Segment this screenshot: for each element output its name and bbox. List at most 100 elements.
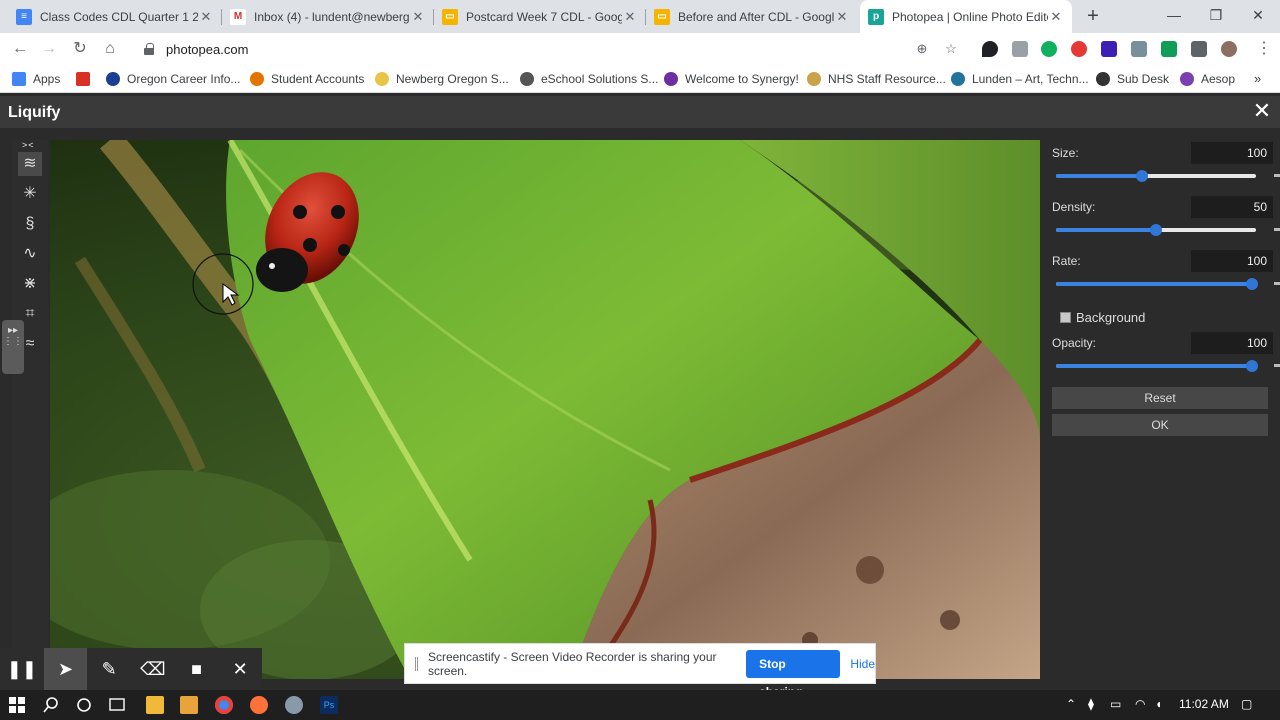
- bookmark-nhs-staff[interactable]: NHS Staff Resource...: [807, 65, 946, 92]
- reload-icon[interactable]: ↻: [69, 38, 91, 60]
- back-arrow-icon[interactable]: ←: [9, 38, 31, 60]
- wordpress-icon: [951, 71, 965, 86]
- dropbox-icon[interactable]: ⧫: [1088, 697, 1094, 711]
- windows-start-icon[interactable]: [8, 696, 26, 714]
- forward-arrow-icon[interactable]: →: [38, 38, 60, 60]
- bookmarks-overflow-icon[interactable]: »: [1254, 65, 1261, 92]
- size-slider[interactable]: [1056, 169, 1256, 183]
- pen-icon[interactable]: ✎: [87, 648, 131, 690]
- reset-button[interactable]: Reset: [1052, 387, 1268, 409]
- bookmark-sub-desk[interactable]: Sub Desk: [1096, 65, 1169, 92]
- twirl-tool-icon[interactable]: §: [18, 212, 42, 236]
- bookmark-gmail[interactable]: [76, 65, 97, 92]
- close-icon[interactable]: ✕: [198, 9, 214, 25]
- stop-sharing-button[interactable]: Stop sharing: [746, 649, 841, 699]
- extension-tools-icon[interactable]: [1131, 41, 1147, 57]
- extension-screencastify-icon[interactable]: [1071, 41, 1087, 57]
- bookmark-oregon-career[interactable]: Oregon Career Info...: [106, 65, 240, 92]
- close-icon[interactable]: ✕: [1048, 9, 1064, 25]
- push-tool-icon[interactable]: ∿: [18, 242, 42, 266]
- bookmark-label: Welcome to Synergy!: [685, 71, 799, 86]
- close-icon[interactable]: ✕: [622, 9, 638, 25]
- close-icon[interactable]: ✕: [834, 9, 850, 25]
- background-checkbox[interactable]: Background: [1060, 310, 1145, 325]
- hide-link[interactable]: Hide: [850, 657, 875, 671]
- slider-knob[interactable]: [1150, 224, 1162, 236]
- address-bar[interactable]: photopea.com: [134, 35, 970, 63]
- drag-handle-icon[interactable]: [415, 656, 418, 671]
- bookmark-newberg[interactable]: Newberg Oregon S...: [375, 65, 509, 92]
- chrome-icon[interactable]: [215, 696, 233, 714]
- add-icon[interactable]: ⊕: [914, 41, 930, 57]
- extension-sheets-icon[interactable]: [1161, 41, 1177, 57]
- browser-toolbar: ← → ↻ ⌂ photopea.com ⊕ ☆: [0, 33, 1280, 65]
- minimize-icon[interactable]: —: [1154, 0, 1194, 30]
- close-icon[interactable]: ✕: [410, 9, 426, 25]
- tab-class-codes[interactable]: ≡ Class Codes CDL Quarter 1 2020 ✕: [8, 0, 222, 33]
- camera-icon[interactable]: ■: [175, 648, 219, 690]
- clock-time[interactable]: 11:02 AM: [1179, 697, 1229, 711]
- extension-cast-icon[interactable]: [1012, 41, 1028, 57]
- star-icon[interactable]: ☆: [943, 41, 959, 57]
- extension-c-icon[interactable]: [1101, 41, 1117, 57]
- pinch-tool-icon[interactable]: ✳: [18, 182, 42, 206]
- search-icon[interactable]: [42, 696, 60, 714]
- restore-icon[interactable]: ❐: [1196, 0, 1236, 30]
- image-canvas[interactable]: [50, 140, 1040, 679]
- bookmark-student-accounts[interactable]: Student Accounts: [250, 65, 364, 92]
- notification-icon[interactable]: ▢: [1241, 697, 1252, 711]
- screencastify-toolbar: ❚❚ ➤ ✎ ⌫ ■ ✕: [0, 648, 262, 690]
- bookmark-aesop[interactable]: Aesop: [1180, 65, 1235, 92]
- pause-icon[interactable]: ❚❚: [0, 648, 44, 690]
- bookmark-synergy[interactable]: Welcome to Synergy!: [664, 65, 799, 92]
- profile-avatar[interactable]: [1221, 41, 1237, 57]
- collapse-icon[interactable]: ><: [22, 140, 35, 150]
- bloat-tool-icon[interactable]: ⋇: [18, 272, 42, 296]
- google-slides-icon: ▭: [442, 8, 458, 25]
- tab-postcard[interactable]: ▭ Postcard Week 7 CDL - Google Slides ✕: [434, 0, 646, 33]
- extension-grammarly-icon[interactable]: [1041, 41, 1057, 57]
- task-view-icon[interactable]: [108, 696, 126, 714]
- density-value[interactable]: 50: [1191, 196, 1273, 218]
- media-player-icon[interactable]: [180, 696, 198, 714]
- checkbox-box[interactable]: [1060, 312, 1071, 323]
- opacity-slider[interactable]: [1056, 359, 1258, 373]
- close-icon[interactable]: ✕: [218, 648, 262, 690]
- rate-value[interactable]: 100: [1191, 250, 1273, 272]
- bookmark-eschool[interactable]: eSchool Solutions S...: [520, 65, 658, 92]
- chevron-up-icon[interactable]: ⌃: [1066, 697, 1076, 711]
- battery-icon[interactable]: ▭: [1110, 697, 1121, 711]
- close-icon[interactable]: ✕: [1250, 99, 1274, 123]
- new-tab-button[interactable]: +: [1082, 5, 1104, 27]
- extension-chat-icon[interactable]: [982, 41, 998, 57]
- eraser-icon[interactable]: ⌫: [131, 648, 175, 690]
- photoshop-icon[interactable]: Ps: [320, 696, 338, 714]
- forward-warp-tool-icon[interactable]: ≋: [18, 152, 42, 176]
- menu-dots-icon[interactable]: ⋮: [1253, 38, 1275, 60]
- cortana-icon[interactable]: [75, 696, 93, 714]
- slider-knob[interactable]: [1246, 360, 1258, 372]
- ok-button[interactable]: OK: [1052, 414, 1268, 436]
- volume-icon[interactable]: ◖: [1155, 697, 1162, 711]
- density-slider[interactable]: [1056, 223, 1256, 237]
- tab-before-after[interactable]: ▭ Before and After CDL - Google Slides ✕: [646, 0, 858, 33]
- rate-slider[interactable]: [1056, 277, 1258, 291]
- home-icon[interactable]: ⌂: [99, 38, 121, 60]
- size-value[interactable]: 100: [1191, 142, 1273, 164]
- extensions-puzzle-icon[interactable]: [1191, 41, 1207, 57]
- firefox-icon[interactable]: [250, 696, 268, 714]
- bookmark-lunden[interactable]: Lunden – Art, Techn...: [951, 65, 1089, 92]
- window-close-icon[interactable]: ✕: [1238, 0, 1278, 30]
- tab-photopea[interactable]: p Photopea | Online Photo Editor ✕: [860, 0, 1072, 33]
- app-icon[interactable]: [285, 696, 303, 714]
- tab-inbox[interactable]: M Inbox (4) - lundent@newberg.k12.or.us …: [222, 0, 434, 33]
- wifi-icon[interactable]: ◠: [1135, 697, 1145, 711]
- cursor-icon[interactable]: ➤: [43, 648, 88, 690]
- file-explorer-icon[interactable]: [146, 696, 164, 714]
- bookmark-apps[interactable]: Apps: [12, 65, 60, 92]
- side-panel-grip-icon[interactable]: ▸▸ ⋮⋮: [2, 320, 24, 374]
- tab-label: Class Codes CDL Quarter 1 2020: [40, 9, 198, 24]
- slider-knob[interactable]: [1246, 278, 1258, 290]
- slider-knob[interactable]: [1136, 170, 1148, 182]
- opacity-value[interactable]: 100: [1191, 332, 1273, 354]
